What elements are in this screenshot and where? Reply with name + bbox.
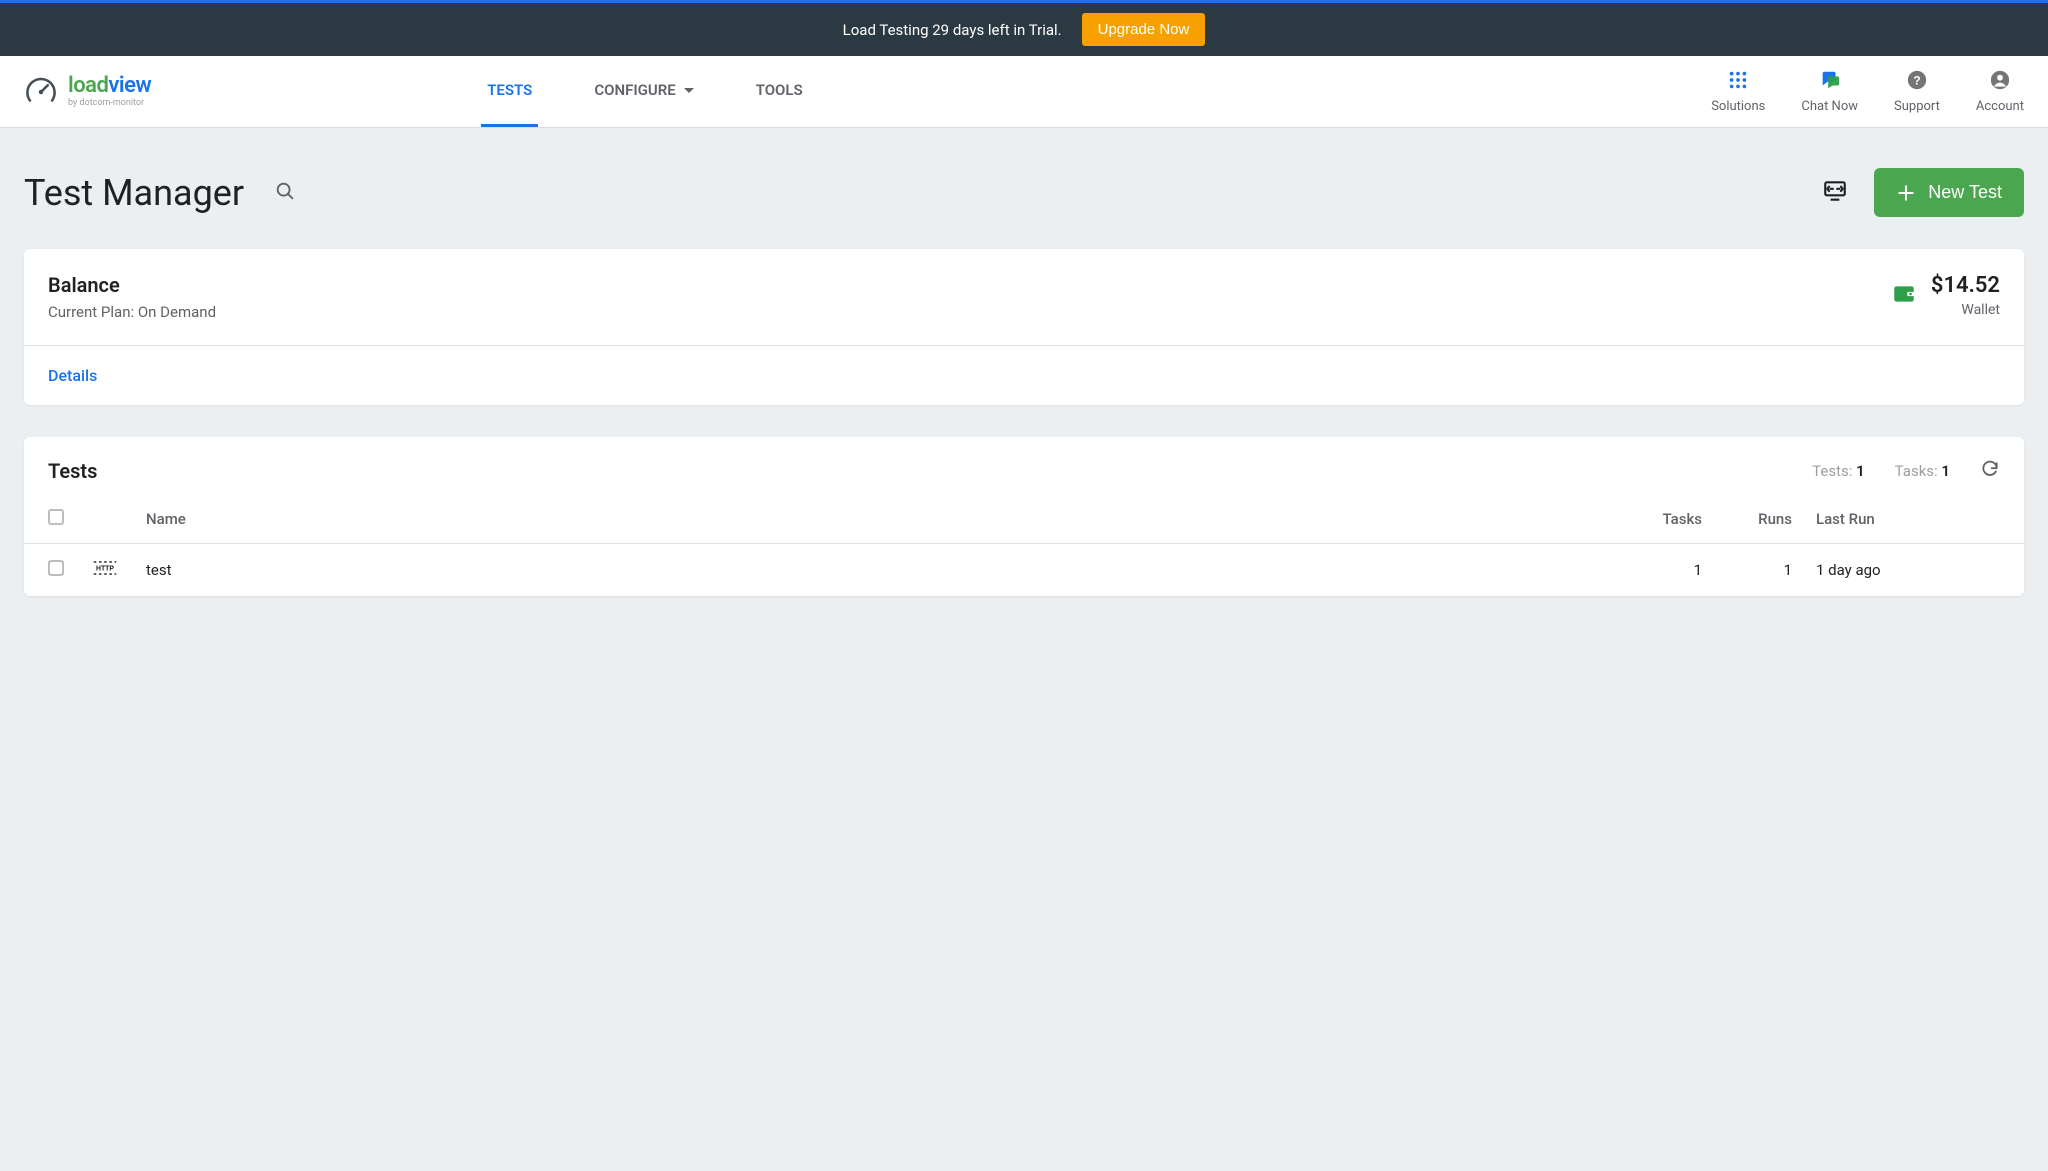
row-name: test — [134, 544, 1624, 597]
table-row[interactable]: HTTP test 1 1 1 day ago — [24, 544, 2024, 597]
tests-card: Tests Tests: 1 Tasks: 1 — [24, 437, 2024, 596]
tab-tests-label: TESTS — [487, 81, 532, 99]
wallet-icon — [1891, 281, 1917, 311]
balance-card: Balance Current Plan: On Demand $14.52 W… — [24, 249, 2024, 405]
tests-table: Name Tasks Runs Last Run HTTP — [24, 495, 2024, 596]
tests-count-value: 1 — [1856, 462, 1865, 480]
tab-tests[interactable]: TESTS — [481, 56, 538, 127]
tab-configure[interactable]: CONFIGURE — [588, 56, 699, 127]
upgrade-now-button[interactable]: Upgrade Now — [1082, 13, 1206, 46]
tasks-count-label: Tasks: — [1895, 462, 1938, 480]
account-button[interactable]: Account — [1976, 69, 2024, 114]
svg-text:?: ? — [1913, 74, 1920, 88]
row-tasks: 1 — [1624, 544, 1714, 597]
col-header-last-run: Last Run — [1804, 495, 1964, 544]
help-icon: ? — [1906, 69, 1928, 95]
logo-subtitle: by dotcom-monitor — [68, 99, 151, 108]
account-icon — [1989, 69, 2011, 95]
main-nav: TESTS CONFIGURE TOOLS — [481, 56, 808, 127]
page-header: Test Manager New Test — [24, 168, 2024, 217]
balance-details-link[interactable]: Details — [24, 346, 2024, 405]
content: Test Manager New Test — [0, 128, 2048, 652]
new-test-button[interactable]: New Test — [1874, 168, 2024, 217]
tab-configure-label: CONFIGURE — [594, 81, 675, 99]
balance-plan-name: On Demand — [138, 303, 216, 321]
select-all-checkbox[interactable] — [48, 509, 64, 525]
logo-text-part2: view — [108, 73, 151, 98]
apps-grid-icon — [1727, 69, 1749, 95]
chat-now-button[interactable]: Chat Now — [1801, 69, 1858, 114]
search-button[interactable] — [274, 180, 296, 206]
gauge-icon — [24, 75, 58, 109]
row-checkbox[interactable] — [48, 560, 64, 576]
trial-banner-text: Load Testing 29 days left in Trial. — [843, 21, 1062, 39]
balance-title: Balance — [48, 273, 216, 297]
account-label: Account — [1976, 99, 2024, 114]
logo-text-part1: load — [68, 73, 108, 98]
row-runs: 1 — [1714, 544, 1804, 597]
http-icon: HTTP — [92, 558, 118, 578]
monitor-icon — [1822, 178, 1848, 204]
tab-tools-label: TOOLS — [756, 81, 803, 99]
col-header-tasks: Tasks — [1624, 495, 1714, 544]
balance-plan-prefix: Current Plan: — [48, 303, 138, 321]
col-header-runs: Runs — [1714, 495, 1804, 544]
balance-amount: $14.52 — [1931, 273, 2000, 298]
refresh-button[interactable] — [1980, 459, 2000, 483]
caret-down-icon — [684, 88, 694, 93]
chat-icon — [1819, 69, 1841, 95]
new-test-label: New Test — [1928, 182, 2002, 203]
header-actions: Solutions Chat Now ? Support Account — [1711, 69, 2024, 114]
refresh-icon — [1980, 459, 2000, 479]
support-label: Support — [1894, 99, 1940, 114]
tasks-count-value: 1 — [1941, 462, 1950, 480]
chat-now-label: Chat Now — [1801, 99, 1858, 114]
trial-banner: Load Testing 29 days left in Trial. Upgr… — [0, 3, 2048, 56]
main-header: loadview by dotcom-monitor TESTS CONFIGU… — [0, 56, 2048, 128]
tests-count: Tests: 1 — [1812, 462, 1865, 480]
balance-wallet-label: Wallet — [1961, 302, 2000, 318]
solutions-button[interactable]: Solutions — [1711, 69, 1765, 114]
svg-text:HTTP: HTTP — [96, 566, 114, 573]
tests-count-label: Tests: — [1812, 462, 1852, 480]
plus-icon — [1896, 183, 1916, 203]
logo[interactable]: loadview by dotcom-monitor — [24, 75, 151, 109]
support-button[interactable]: ? Support — [1894, 69, 1940, 114]
page-title: Test Manager — [24, 172, 244, 214]
solutions-label: Solutions — [1711, 99, 1765, 114]
tab-tools[interactable]: TOOLS — [750, 56, 809, 127]
screen-recorder-button[interactable] — [1822, 178, 1848, 208]
row-last-run: 1 day ago — [1804, 544, 1964, 597]
tasks-count: Tasks: 1 — [1895, 462, 1950, 480]
search-icon — [274, 180, 296, 202]
col-header-name: Name — [134, 495, 1624, 544]
logo-text: loadview — [68, 75, 151, 97]
balance-plan: Current Plan: On Demand — [48, 303, 216, 321]
tests-title: Tests — [48, 459, 97, 483]
